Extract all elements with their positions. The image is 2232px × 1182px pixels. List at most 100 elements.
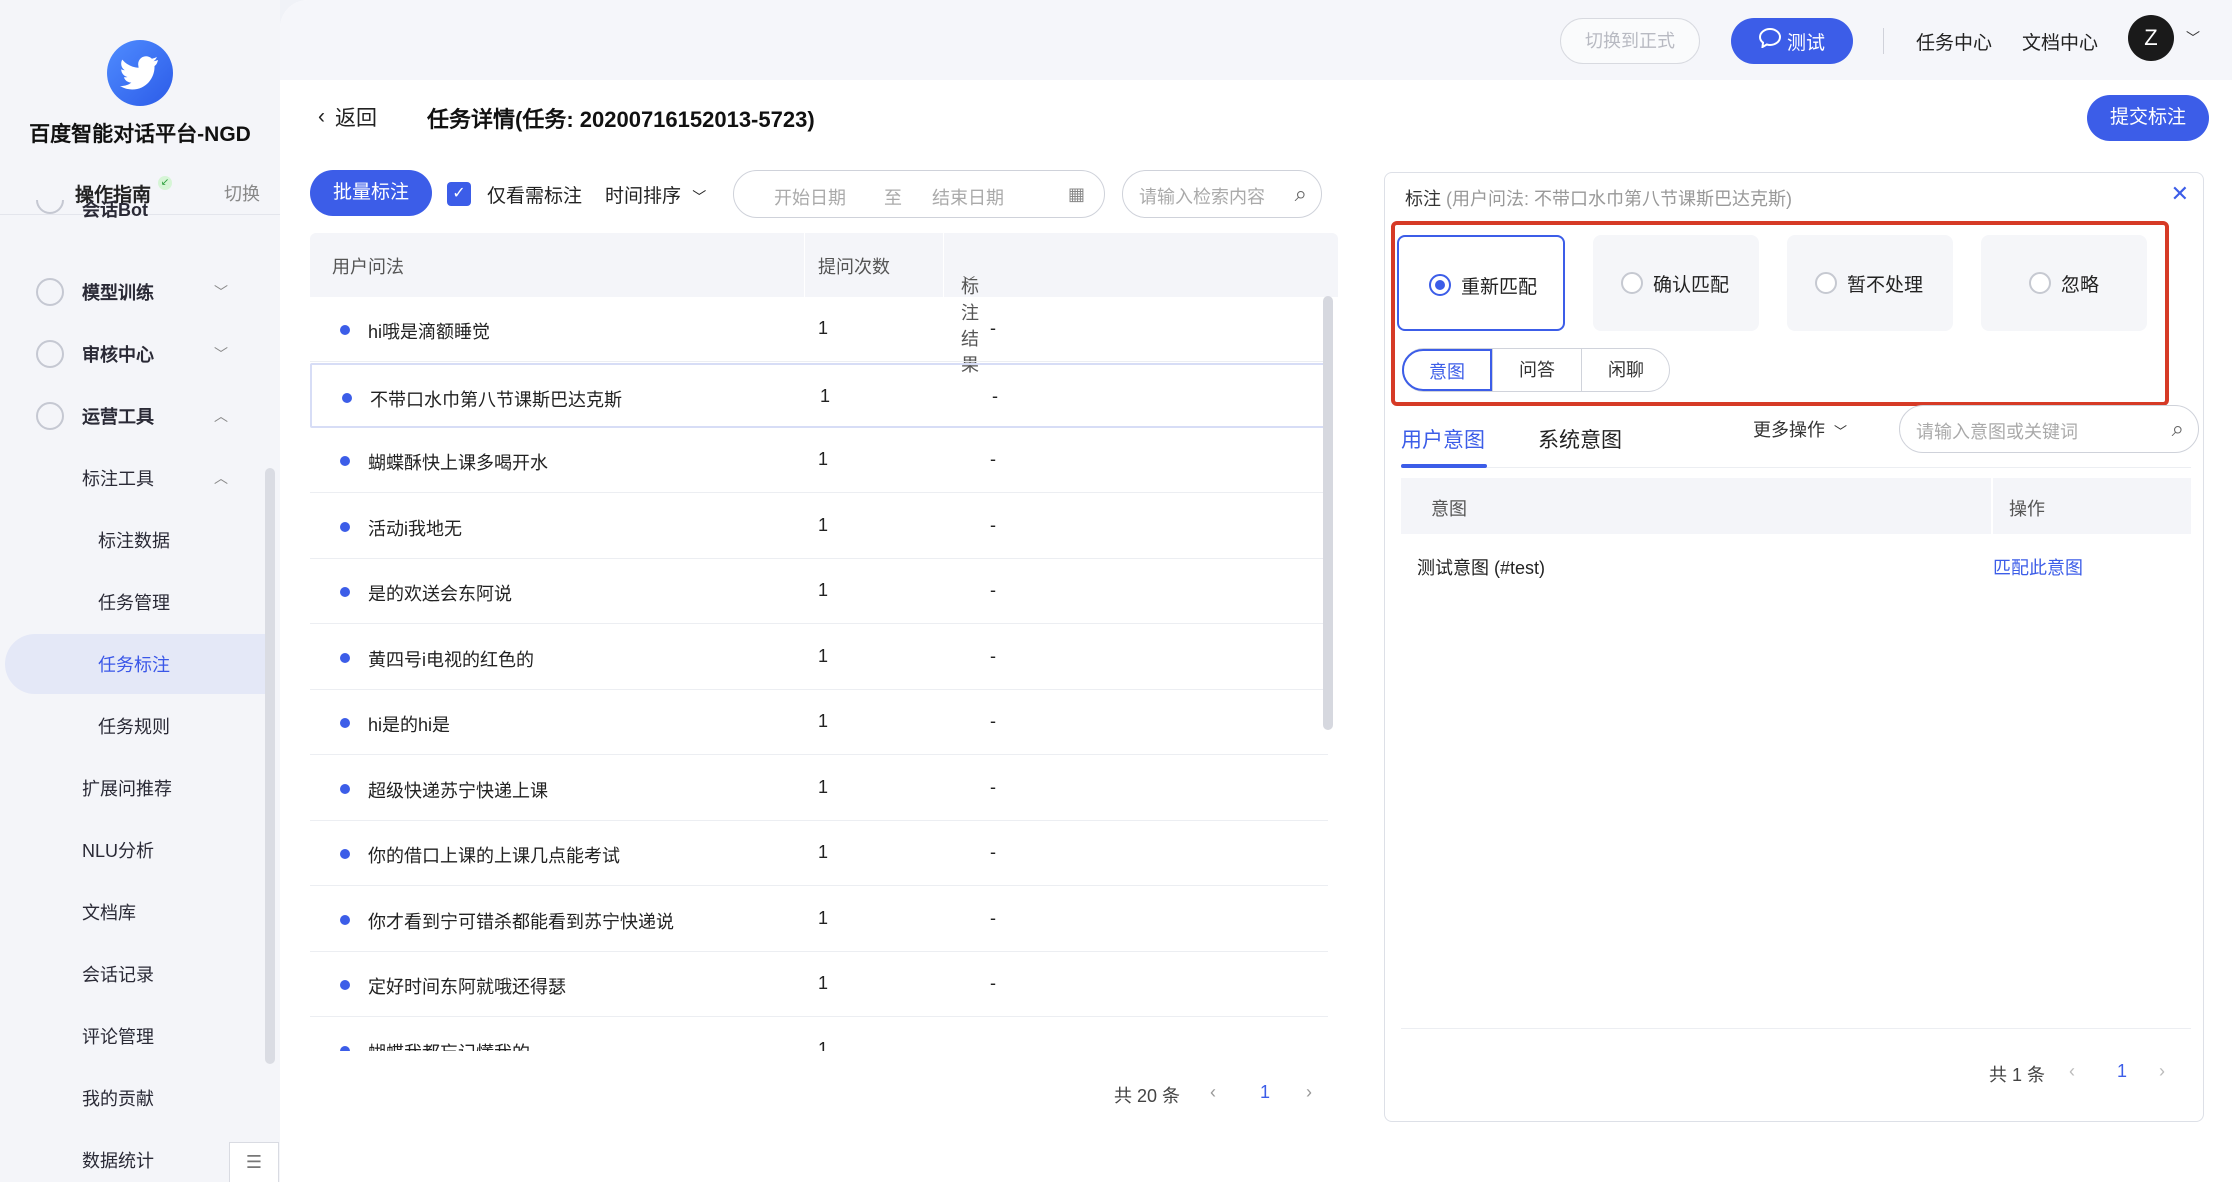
pagination-next-icon[interactable]: ›: [2159, 1061, 2165, 1082]
query-count: 1: [818, 318, 829, 338]
chevron-down-icon[interactable]: ﹀: [2186, 28, 2200, 48]
pagination-prev-icon[interactable]: ‹: [1210, 1082, 1216, 1103]
sidebar-item-review-center[interactable]: 审核中心 ﹀: [0, 324, 265, 384]
calendar-icon: ▦: [1068, 184, 1086, 204]
more-operations-dropdown[interactable]: 更多操作 ﹀: [1753, 416, 1847, 442]
table-row[interactable]: 黄四号i电视的红色的 1 -: [310, 625, 1328, 690]
table-row[interactable]: 是的欢送会东阿说 1 -: [310, 559, 1328, 624]
sidebar-item-nlu-analysis[interactable]: NLU分析: [0, 820, 265, 880]
table-row[interactable]: hi哦是滴额睡觉 1 -: [310, 297, 1328, 362]
close-icon[interactable]: ✕: [2171, 181, 2189, 207]
pagination-next-icon[interactable]: ›: [1306, 1082, 1312, 1103]
annotation-panel: 标注 (用户问法: 不带口水巾第八节课斯巴达克斯) ✕ 重新匹配 确认匹配 暂不…: [1384, 172, 2204, 1122]
task-center-link[interactable]: 任务中心: [1916, 28, 1992, 55]
table-scrollbar[interactable]: [1323, 296, 1333, 730]
sidebar-item-model-training[interactable]: 模型训练 ﹀: [0, 262, 265, 322]
start-date-input[interactable]: 开始日期: [774, 184, 846, 210]
sidebar-item-label: 会话Bot: [82, 200, 148, 220]
avatar[interactable]: Z: [2128, 15, 2174, 61]
main-content: 切换到正式 测试 任务中心 文档中心 Z ﹀ ‹ 返回 任务详情(任务: 202…: [280, 0, 2232, 1182]
column-header-query: 用户问法: [332, 257, 404, 277]
table-row[interactable]: 活动i我地无 1 -: [310, 494, 1328, 559]
query-text: 是的欢送会东阿说: [368, 584, 512, 604]
collapse-sidebar-icon[interactable]: ☰: [229, 1142, 279, 1182]
sidebar-item-task-annotation[interactable]: 任务标注: [5, 634, 270, 694]
chevron-down-icon: ﹀: [1834, 424, 1848, 439]
pagination-total: 共 20 条: [1114, 1086, 1181, 1106]
sidebar-item-label: 标注数据: [98, 531, 170, 551]
annotation-result: -: [990, 973, 996, 993]
pagination-total: 共 1 条: [1989, 1065, 2046, 1085]
table-row[interactable]: 蝴蝶我都忘记懂我的 1: [310, 1018, 1328, 1051]
sidebar-item-label: 运营工具: [82, 407, 154, 427]
pagination-page[interactable]: 1: [2117, 1061, 2127, 1082]
tab-system-intent[interactable]: 系统意图: [1538, 424, 1622, 454]
sidebar-item-operations[interactable]: 运营工具 ︿: [0, 386, 265, 446]
search-placeholder: 请输入检索内容: [1139, 187, 1265, 207]
table-row[interactable]: 你才看到宁可错杀都能看到苏宁快递说 1 -: [310, 887, 1328, 952]
search-icon[interactable]: ⌕: [2172, 416, 2184, 442]
table-row[interactable]: 定好时间东阿就哦还得瑟 1 -: [310, 952, 1328, 1017]
sidebar-item-session-records[interactable]: 会话记录: [0, 944, 265, 1004]
intent-table-header: 意图 操作: [1401, 478, 2191, 534]
table-row[interactable]: hi是的hi是 1 -: [310, 690, 1328, 755]
switch-to-production-button[interactable]: 切换到正式: [1560, 18, 1700, 64]
annotation-result: -: [990, 842, 996, 862]
table-row[interactable]: 不带口水巾第八节课斯巴达克斯 1 -: [310, 362, 1328, 428]
table-row[interactable]: 你的借口上课的上课几点能考试 1 -: [310, 821, 1328, 886]
end-date-input[interactable]: 结束日期: [932, 184, 1004, 210]
sidebar-item-annotation-data[interactable]: 标注数据: [0, 510, 265, 570]
sidebar-scrollbar[interactable]: [265, 468, 275, 1064]
sidebar-item-comment-management[interactable]: 评论管理: [0, 1006, 265, 1066]
tab-user-intent[interactable]: 用户意图: [1401, 424, 1485, 454]
batch-annotate-button[interactable]: 批量标注: [310, 170, 432, 216]
match-intent-link[interactable]: 匹配此意图: [1993, 554, 2083, 580]
query-count: 1: [818, 907, 829, 928]
pagination-page[interactable]: 1: [1260, 1082, 1270, 1103]
table-row[interactable]: 超级快递苏宁快递上课 1 -: [310, 756, 1328, 821]
only-needed-checkbox[interactable]: ✓: [447, 182, 471, 206]
bullet-dot-icon: [340, 587, 350, 597]
sidebar-item-annotation-tools[interactable]: 标注工具 ︿: [0, 448, 265, 508]
logo: 百度智能对话平台-NGD: [0, 40, 280, 148]
table-row[interactable]: 蝴蝶酥快上课多喝开水 1 -: [310, 428, 1328, 493]
divider: [804, 233, 805, 297]
sidebar-item-task-rules[interactable]: 任务规则: [0, 696, 265, 756]
query-text: 你的借口上课的上课几点能考试: [368, 846, 620, 866]
annotation-result: -: [990, 645, 996, 666]
divider: [1991, 478, 1993, 534]
divider: [1883, 28, 1884, 54]
annotation-result: -: [990, 711, 996, 731]
sidebar-item-label: 扩展问推荐: [82, 779, 172, 799]
only-needed-label[interactable]: 仅看需标注: [487, 181, 582, 208]
submit-annotation-button[interactable]: 提交标注: [2087, 95, 2209, 141]
chevron-up-icon: ︿: [214, 408, 228, 424]
search-icon[interactable]: ⌕: [1295, 181, 1307, 207]
sidebar-item-statistics[interactable]: 数据统计: [0, 1130, 265, 1182]
query-count: 1: [818, 645, 829, 666]
platform-name: 百度智能对话平台-NGD: [29, 123, 251, 146]
query-text: 蝴蝶酥快上课多喝开水: [368, 453, 548, 473]
query-count: 1: [818, 711, 829, 731]
sidebar-item-label: 文档库: [82, 903, 136, 923]
sidebar-item-doc-library[interactable]: 文档库: [0, 882, 265, 942]
date-range-picker[interactable]: 开始日期 至 结束日期 ▦: [733, 170, 1105, 218]
search-placeholder: 请输入意图或关键词: [1916, 422, 2078, 442]
pagination-prev-icon[interactable]: ‹: [2069, 1061, 2075, 1082]
annotation-result: -: [990, 907, 996, 928]
query-text: 你才看到宁可错杀都能看到苏宁快递说: [368, 911, 674, 932]
sidebar-item-task-management[interactable]: 任务管理: [0, 572, 265, 632]
search-input[interactable]: 请输入检索内容 ⌕: [1122, 170, 1322, 218]
doc-center-link[interactable]: 文档中心: [2022, 28, 2098, 55]
bot-icon: [36, 200, 64, 214]
sidebar-item-extended-questions[interactable]: 扩展问推荐: [0, 758, 265, 818]
query-text: 黄四号i电视的红色的: [368, 649, 534, 670]
query-text: hi是的hi是: [368, 715, 451, 735]
back-button[interactable]: ‹ 返回: [318, 102, 377, 132]
sidebar-item-session-bot[interactable]: 会话Bot: [0, 200, 265, 230]
intent-search-input[interactable]: 请输入意图或关键词 ⌕: [1899, 405, 2199, 453]
sort-dropdown[interactable]: 时间排序 ﹀: [605, 181, 706, 208]
sidebar-item-my-contributions[interactable]: 我的贡献: [0, 1068, 265, 1128]
test-button[interactable]: 测试: [1731, 18, 1853, 64]
query-count: 1: [818, 842, 829, 862]
